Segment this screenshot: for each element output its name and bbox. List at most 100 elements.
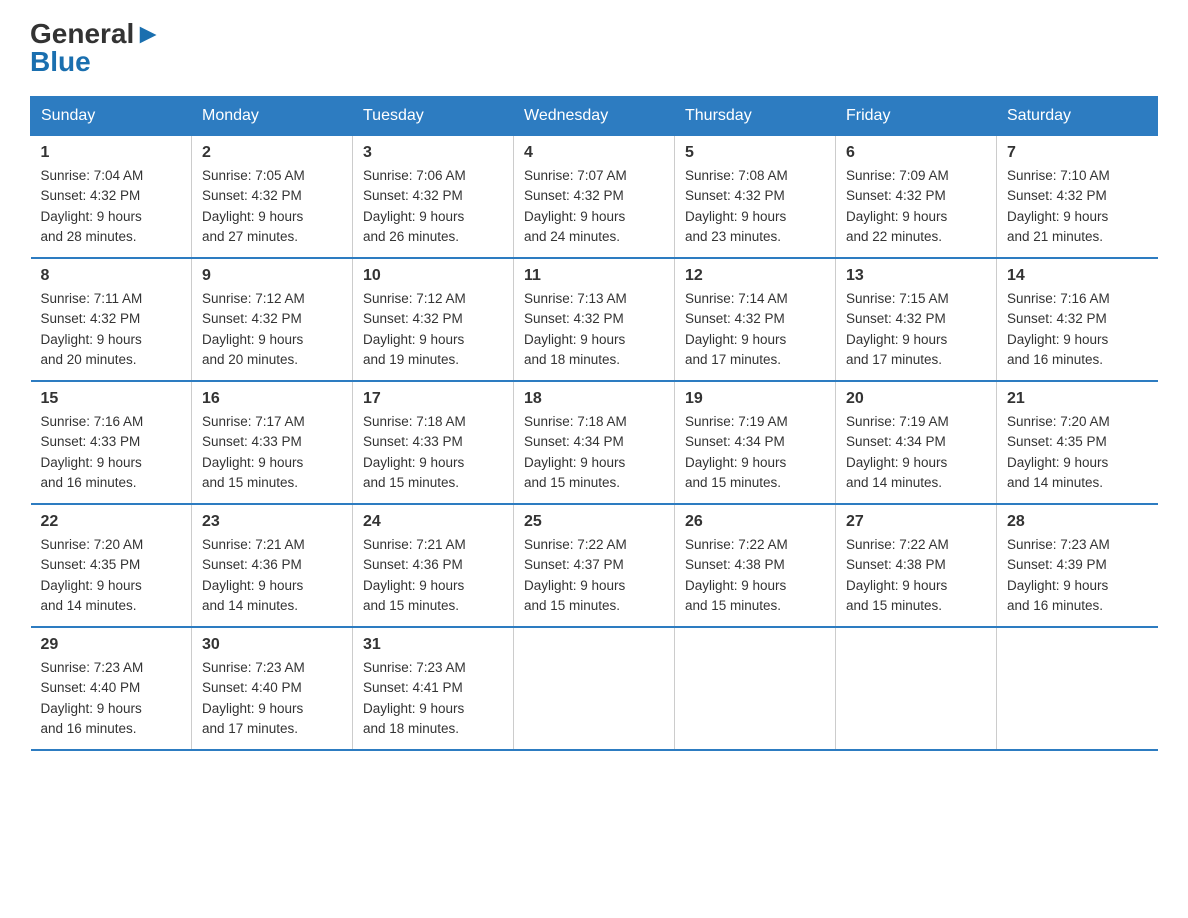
day-cell: [836, 627, 997, 750]
day-cell: 18 Sunrise: 7:18 AMSunset: 4:34 PMDaylig…: [514, 381, 675, 504]
day-cell: 25 Sunrise: 7:22 AMSunset: 4:37 PMDaylig…: [514, 504, 675, 627]
day-info: Sunrise: 7:23 AMSunset: 4:40 PMDaylight:…: [41, 658, 182, 739]
day-cell: [997, 627, 1158, 750]
day-cell: 7 Sunrise: 7:10 AMSunset: 4:32 PMDayligh…: [997, 136, 1158, 259]
day-cell: 28 Sunrise: 7:23 AMSunset: 4:39 PMDaylig…: [997, 504, 1158, 627]
day-number: 30: [202, 636, 342, 654]
day-cell: 13 Sunrise: 7:15 AMSunset: 4:32 PMDaylig…: [836, 258, 997, 381]
logo-blue-text: Blue: [30, 48, 91, 76]
day-number: 25: [524, 513, 664, 531]
header-sunday: Sunday: [31, 97, 192, 136]
day-number: 23: [202, 513, 342, 531]
day-cell: 3 Sunrise: 7:06 AMSunset: 4:32 PMDayligh…: [353, 136, 514, 259]
day-number: 24: [363, 513, 503, 531]
day-info: Sunrise: 7:14 AMSunset: 4:32 PMDaylight:…: [685, 289, 825, 370]
day-number: 20: [846, 390, 986, 408]
day-cell: 23 Sunrise: 7:21 AMSunset: 4:36 PMDaylig…: [192, 504, 353, 627]
day-cell: 27 Sunrise: 7:22 AMSunset: 4:38 PMDaylig…: [836, 504, 997, 627]
day-info: Sunrise: 7:11 AMSunset: 4:32 PMDaylight:…: [41, 289, 182, 370]
day-cell: 5 Sunrise: 7:08 AMSunset: 4:32 PMDayligh…: [675, 136, 836, 259]
day-number: 19: [685, 390, 825, 408]
day-cell: 29 Sunrise: 7:23 AMSunset: 4:40 PMDaylig…: [31, 627, 192, 750]
day-info: Sunrise: 7:17 AMSunset: 4:33 PMDaylight:…: [202, 412, 342, 493]
day-number: 6: [846, 144, 986, 162]
day-number: 8: [41, 267, 182, 285]
day-info: Sunrise: 7:08 AMSunset: 4:32 PMDaylight:…: [685, 166, 825, 247]
day-cell: 30 Sunrise: 7:23 AMSunset: 4:40 PMDaylig…: [192, 627, 353, 750]
logo-arrow-shape: ►: [134, 18, 162, 49]
day-info: Sunrise: 7:23 AMSunset: 4:39 PMDaylight:…: [1007, 535, 1148, 616]
day-cell: 1 Sunrise: 7:04 AMSunset: 4:32 PMDayligh…: [31, 136, 192, 259]
day-cell: 21 Sunrise: 7:20 AMSunset: 4:35 PMDaylig…: [997, 381, 1158, 504]
day-info: Sunrise: 7:09 AMSunset: 4:32 PMDaylight:…: [846, 166, 986, 247]
day-number: 17: [363, 390, 503, 408]
day-info: Sunrise: 7:18 AMSunset: 4:34 PMDaylight:…: [524, 412, 664, 493]
day-info: Sunrise: 7:22 AMSunset: 4:37 PMDaylight:…: [524, 535, 664, 616]
day-info: Sunrise: 7:23 AMSunset: 4:41 PMDaylight:…: [363, 658, 503, 739]
day-info: Sunrise: 7:20 AMSunset: 4:35 PMDaylight:…: [1007, 412, 1148, 493]
header-friday: Friday: [836, 97, 997, 136]
day-info: Sunrise: 7:13 AMSunset: 4:32 PMDaylight:…: [524, 289, 664, 370]
day-cell: 8 Sunrise: 7:11 AMSunset: 4:32 PMDayligh…: [31, 258, 192, 381]
day-info: Sunrise: 7:16 AMSunset: 4:33 PMDaylight:…: [41, 412, 182, 493]
logo: General► Blue: [30, 20, 162, 76]
day-cell: 12 Sunrise: 7:14 AMSunset: 4:32 PMDaylig…: [675, 258, 836, 381]
page-header: General► Blue: [30, 20, 1158, 76]
header-wednesday: Wednesday: [514, 97, 675, 136]
day-info: Sunrise: 7:19 AMSunset: 4:34 PMDaylight:…: [846, 412, 986, 493]
day-number: 22: [41, 513, 182, 531]
week-row-3: 15 Sunrise: 7:16 AMSunset: 4:33 PMDaylig…: [31, 381, 1158, 504]
calendar-table: SundayMondayTuesdayWednesdayThursdayFrid…: [30, 96, 1158, 751]
day-info: Sunrise: 7:16 AMSunset: 4:32 PMDaylight:…: [1007, 289, 1148, 370]
day-info: Sunrise: 7:21 AMSunset: 4:36 PMDaylight:…: [202, 535, 342, 616]
day-number: 27: [846, 513, 986, 531]
header-saturday: Saturday: [997, 97, 1158, 136]
week-row-4: 22 Sunrise: 7:20 AMSunset: 4:35 PMDaylig…: [31, 504, 1158, 627]
day-number: 7: [1007, 144, 1148, 162]
day-number: 15: [41, 390, 182, 408]
day-cell: 9 Sunrise: 7:12 AMSunset: 4:32 PMDayligh…: [192, 258, 353, 381]
day-number: 16: [202, 390, 342, 408]
day-number: 28: [1007, 513, 1148, 531]
day-number: 21: [1007, 390, 1148, 408]
day-number: 11: [524, 267, 664, 285]
day-info: Sunrise: 7:20 AMSunset: 4:35 PMDaylight:…: [41, 535, 182, 616]
day-info: Sunrise: 7:22 AMSunset: 4:38 PMDaylight:…: [685, 535, 825, 616]
day-number: 4: [524, 144, 664, 162]
day-cell: 16 Sunrise: 7:17 AMSunset: 4:33 PMDaylig…: [192, 381, 353, 504]
day-info: Sunrise: 7:07 AMSunset: 4:32 PMDaylight:…: [524, 166, 664, 247]
day-number: 12: [685, 267, 825, 285]
day-cell: 20 Sunrise: 7:19 AMSunset: 4:34 PMDaylig…: [836, 381, 997, 504]
day-cell: 2 Sunrise: 7:05 AMSunset: 4:32 PMDayligh…: [192, 136, 353, 259]
day-number: 14: [1007, 267, 1148, 285]
day-info: Sunrise: 7:04 AMSunset: 4:32 PMDaylight:…: [41, 166, 182, 247]
day-info: Sunrise: 7:12 AMSunset: 4:32 PMDaylight:…: [363, 289, 503, 370]
day-info: Sunrise: 7:05 AMSunset: 4:32 PMDaylight:…: [202, 166, 342, 247]
header-tuesday: Tuesday: [353, 97, 514, 136]
calendar-header-row: SundayMondayTuesdayWednesdayThursdayFrid…: [31, 97, 1158, 136]
day-info: Sunrise: 7:22 AMSunset: 4:38 PMDaylight:…: [846, 535, 986, 616]
day-number: 9: [202, 267, 342, 285]
day-number: 26: [685, 513, 825, 531]
day-cell: 22 Sunrise: 7:20 AMSunset: 4:35 PMDaylig…: [31, 504, 192, 627]
day-info: Sunrise: 7:18 AMSunset: 4:33 PMDaylight:…: [363, 412, 503, 493]
day-cell: [514, 627, 675, 750]
day-info: Sunrise: 7:19 AMSunset: 4:34 PMDaylight:…: [685, 412, 825, 493]
week-row-5: 29 Sunrise: 7:23 AMSunset: 4:40 PMDaylig…: [31, 627, 1158, 750]
day-cell: 24 Sunrise: 7:21 AMSunset: 4:36 PMDaylig…: [353, 504, 514, 627]
day-number: 2: [202, 144, 342, 162]
day-number: 1: [41, 144, 182, 162]
day-cell: 17 Sunrise: 7:18 AMSunset: 4:33 PMDaylig…: [353, 381, 514, 504]
day-number: 29: [41, 636, 182, 654]
day-cell: 15 Sunrise: 7:16 AMSunset: 4:33 PMDaylig…: [31, 381, 192, 504]
day-cell: [675, 627, 836, 750]
day-number: 31: [363, 636, 503, 654]
day-cell: 4 Sunrise: 7:07 AMSunset: 4:32 PMDayligh…: [514, 136, 675, 259]
header-monday: Monday: [192, 97, 353, 136]
day-number: 10: [363, 267, 503, 285]
day-number: 18: [524, 390, 664, 408]
day-info: Sunrise: 7:06 AMSunset: 4:32 PMDaylight:…: [363, 166, 503, 247]
day-cell: 11 Sunrise: 7:13 AMSunset: 4:32 PMDaylig…: [514, 258, 675, 381]
day-cell: 10 Sunrise: 7:12 AMSunset: 4:32 PMDaylig…: [353, 258, 514, 381]
day-number: 13: [846, 267, 986, 285]
